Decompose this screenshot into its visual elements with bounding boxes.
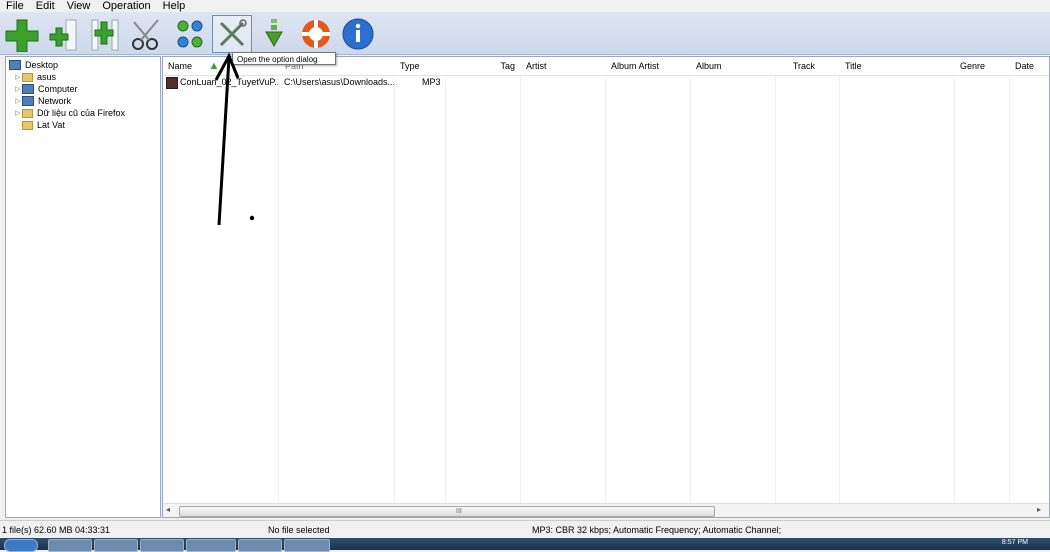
status-selection: No file selected [268, 525, 330, 535]
start-button[interactable] [4, 539, 38, 552]
status-bar: 1 file(s) 62.60 MB 04:33:31 No file sele… [0, 520, 1050, 539]
annotation-arrow [214, 52, 255, 226]
taskbar-item[interactable] [238, 539, 282, 552]
status-format: MP3: CBR 32 kbps; Automatic Frequency; A… [532, 525, 782, 535]
taskbar-item[interactable] [186, 539, 236, 552]
taskbar-item[interactable] [140, 539, 184, 552]
clock: 8:57 PM [1001, 539, 1028, 546]
taskbar-item[interactable] [94, 539, 138, 552]
taskbar-item[interactable] [284, 539, 330, 552]
taskbar: 8:57 PM [0, 538, 1050, 552]
taskbar-item[interactable] [48, 539, 92, 552]
status-summary: 1 file(s) 62.60 MB 04:33:31 [2, 525, 111, 535]
